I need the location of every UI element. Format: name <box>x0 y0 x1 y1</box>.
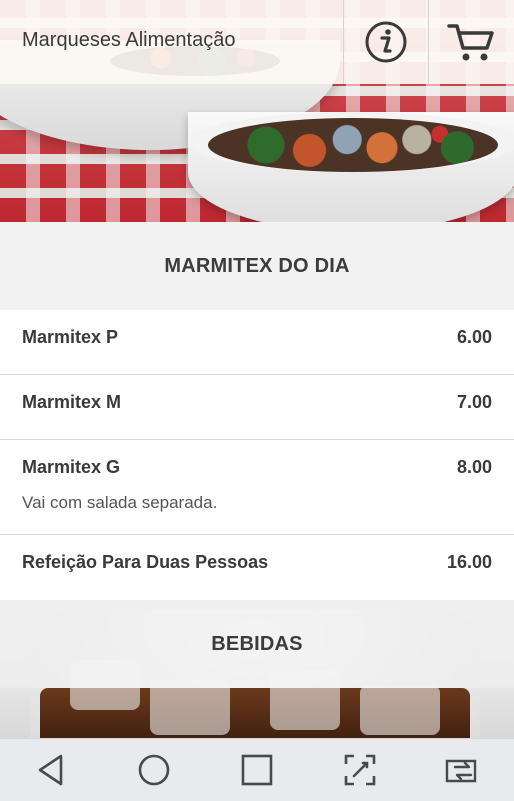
menu-item[interactable]: Marmitex M 7.00 <box>0 375 514 440</box>
info-button[interactable] <box>344 0 428 84</box>
item-name: Refeição Para Duas Pessoas <box>22 552 269 572</box>
switch-screen-icon <box>445 759 476 783</box>
switch-screen-button[interactable] <box>433 745 493 795</box>
home-icon <box>138 754 170 786</box>
menu-item[interactable]: Refeição Para Duas Pessoas 16.00 <box>0 535 514 599</box>
recents-button[interactable] <box>227 745 287 795</box>
item-price: 8.00 <box>456 457 492 477</box>
item-name: Marmitex G <box>22 457 121 477</box>
section-title: MARMITEX DO DIA <box>164 254 350 277</box>
menu-item[interactable]: Marmitex G 8.00 Vai com salada separada. <box>0 440 514 535</box>
item-name: Marmitex M <box>22 392 122 412</box>
recents-icon <box>241 754 273 786</box>
screen-edit-button[interactable] <box>330 745 390 795</box>
home-button[interactable] <box>124 745 184 795</box>
item-name: Marmitex P <box>22 327 119 347</box>
section-header-bebidas: BEBIDAS <box>0 600 514 688</box>
app-header: Marqueses Alimentação <box>0 0 514 84</box>
app-title: Marqueses Alimentação <box>22 29 236 51</box>
section-title: BEBIDAS <box>211 632 303 655</box>
back-icon <box>39 754 63 786</box>
back-button[interactable] <box>21 745 81 795</box>
item-price: 16.00 <box>446 552 492 572</box>
item-description: Vai com salada separada. <box>22 493 218 512</box>
item-price: 6.00 <box>456 327 492 347</box>
salad-bowl <box>188 112 514 222</box>
cart-icon <box>447 24 494 61</box>
section-header-marmitex: MARMITEX DO DIA <box>0 222 514 310</box>
screen-edit-icon <box>344 754 376 786</box>
cart-button[interactable] <box>429 0 513 84</box>
menu-item[interactable]: Marmitex P 6.00 <box>0 310 514 375</box>
item-price: 7.00 <box>456 392 492 412</box>
system-nav-bar <box>0 738 514 801</box>
info-icon <box>365 21 407 63</box>
